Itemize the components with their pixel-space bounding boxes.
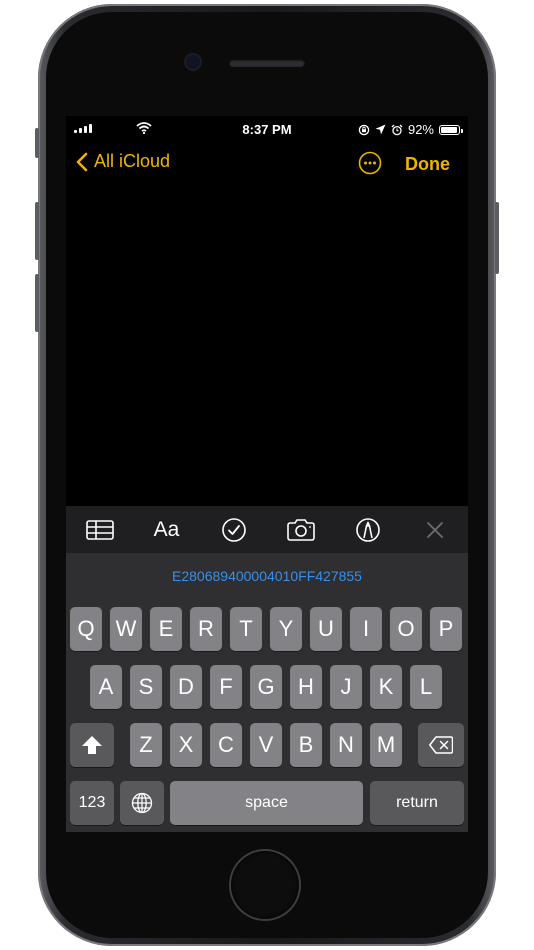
status-bar: 8:37 PM 92% bbox=[66, 116, 468, 142]
formatting-toolbar: Aa bbox=[66, 506, 468, 553]
close-icon bbox=[426, 521, 443, 538]
key-d[interactable]: D bbox=[170, 665, 202, 709]
battery-percent: 92% bbox=[407, 122, 434, 137]
rotation-lock-icon bbox=[358, 124, 370, 135]
key-l[interactable]: L bbox=[410, 665, 442, 709]
key-m[interactable]: M bbox=[370, 723, 402, 767]
markup-button[interactable] bbox=[346, 512, 390, 548]
key-t[interactable]: T bbox=[230, 607, 262, 651]
key-r[interactable]: R bbox=[190, 607, 222, 651]
key-k[interactable]: K bbox=[370, 665, 402, 709]
delete-key[interactable] bbox=[418, 723, 464, 767]
key-a[interactable]: A bbox=[90, 665, 122, 709]
markup-pen-icon bbox=[355, 517, 380, 542]
home-button[interactable] bbox=[231, 851, 299, 919]
back-button-label: All iCloud bbox=[94, 151, 171, 171]
text-format-button[interactable]: Aa bbox=[145, 512, 189, 548]
key-j[interactable]: J bbox=[330, 665, 362, 709]
alarm-clock-icon bbox=[391, 124, 403, 135]
key-e[interactable]: E bbox=[150, 607, 182, 651]
key-f[interactable]: F bbox=[210, 665, 242, 709]
shift-key[interactable] bbox=[70, 723, 114, 767]
key-h[interactable]: H bbox=[290, 665, 322, 709]
globe-key[interactable] bbox=[120, 781, 164, 825]
key-c[interactable]: C bbox=[210, 723, 242, 767]
location-arrow-icon bbox=[375, 124, 386, 135]
camera-icon bbox=[286, 518, 315, 541]
key-w[interactable]: W bbox=[110, 607, 142, 651]
return-key[interactable]: return bbox=[370, 781, 464, 825]
globe-icon bbox=[131, 792, 153, 814]
front-camera bbox=[186, 55, 200, 69]
space-key[interactable]: space bbox=[170, 781, 363, 825]
screen: 8:37 PM 92% All iCloud Done Aa E28068940… bbox=[66, 116, 468, 832]
power-button bbox=[495, 202, 499, 274]
camera-button[interactable] bbox=[279, 512, 323, 548]
table-icon bbox=[85, 519, 114, 540]
chevron-left-icon bbox=[76, 152, 88, 171]
earpiece-speaker bbox=[229, 59, 305, 67]
key-b[interactable]: B bbox=[290, 723, 322, 767]
checklist-icon bbox=[221, 517, 246, 542]
close-toolbar-button[interactable] bbox=[413, 512, 457, 548]
key-o[interactable]: O bbox=[390, 607, 422, 651]
volume-down-button bbox=[35, 274, 39, 332]
battery-icon bbox=[439, 124, 463, 135]
delete-icon bbox=[429, 736, 453, 754]
keyboard: Q W E R T Y U I O P A S D F G H J K L Z … bbox=[66, 599, 468, 832]
text-format-icon: Aa bbox=[153, 517, 180, 541]
note-editor[interactable] bbox=[66, 186, 468, 506]
key-i[interactable]: I bbox=[350, 607, 382, 651]
more-options-icon[interactable] bbox=[358, 151, 382, 175]
key-g[interactable]: G bbox=[250, 665, 282, 709]
key-p[interactable]: P bbox=[430, 607, 462, 651]
key-z[interactable]: Z bbox=[130, 723, 162, 767]
navigation-bar: All iCloud Done bbox=[66, 146, 468, 182]
key-y[interactable]: Y bbox=[270, 607, 302, 651]
checklist-button[interactable] bbox=[212, 512, 256, 548]
predictive-suggestion[interactable]: E280689400004010FF427855 bbox=[66, 553, 468, 599]
numbers-key[interactable]: 123 bbox=[70, 781, 114, 825]
key-v[interactable]: V bbox=[250, 723, 282, 767]
key-q[interactable]: Q bbox=[70, 607, 102, 651]
back-button[interactable]: All iCloud bbox=[76, 151, 170, 172]
table-button[interactable] bbox=[78, 512, 122, 548]
key-n[interactable]: N bbox=[330, 723, 362, 767]
key-x[interactable]: X bbox=[170, 723, 202, 767]
mute-switch bbox=[35, 128, 39, 158]
volume-up-button bbox=[35, 202, 39, 260]
key-u[interactable]: U bbox=[310, 607, 342, 651]
done-button[interactable]: Done bbox=[405, 154, 450, 175]
shift-icon bbox=[82, 736, 102, 754]
key-s[interactable]: S bbox=[130, 665, 162, 709]
